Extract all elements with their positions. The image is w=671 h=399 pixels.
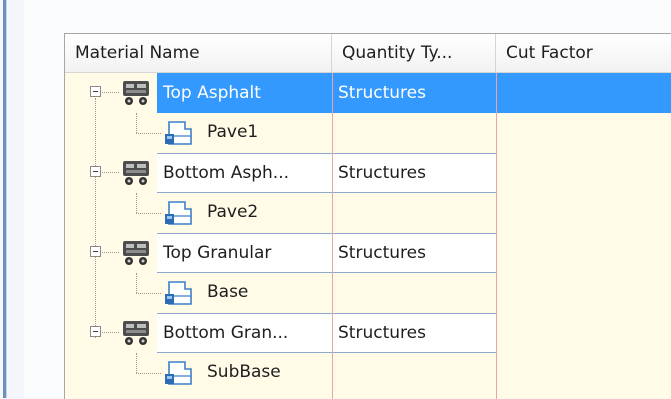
shape-icon (165, 361, 192, 385)
material-row[interactable]: Top Asphalt Structures (65, 73, 671, 113)
collapse-toggle-icon[interactable] (90, 166, 101, 177)
material-icon (123, 81, 149, 105)
material-name-cell[interactable]: Top Granular (157, 233, 332, 273)
shape-icon (165, 281, 192, 305)
material-icon (123, 161, 149, 185)
tree-connector-line (136, 113, 137, 133)
material-row[interactable]: Bottom Gran... Structures (65, 313, 671, 353)
shape-row[interactable]: SubBase (65, 353, 671, 393)
tree-connector-line (136, 133, 161, 134)
column-header-cut-factor[interactable]: Cut Factor (496, 34, 671, 72)
collapse-toggle-icon[interactable] (90, 246, 101, 257)
tree-connector-line (136, 293, 161, 294)
materials-grid[interactable]: Material Name Quantity Ty... Cut Factor … (64, 33, 671, 399)
shape-row[interactable]: Pave1 (65, 113, 671, 153)
material-name-cell[interactable]: Top Asphalt (157, 73, 332, 113)
collapse-toggle-icon[interactable] (90, 86, 101, 97)
quantity-type-cell[interactable]: Structures (332, 233, 496, 273)
tree-connector-line (136, 373, 161, 374)
quantity-type-cell[interactable]: Structures (332, 73, 496, 113)
material-name-cell[interactable]: Bottom Gran... (157, 313, 332, 353)
column-divider (496, 73, 497, 399)
shape-row[interactable]: Pave2 (65, 193, 671, 233)
tree-connector-line (102, 172, 119, 173)
shape-name-cell[interactable]: Pave1 (201, 113, 332, 153)
shape-name-cell[interactable]: Base (201, 273, 332, 313)
tree-connector-line (102, 252, 119, 253)
tree-connector-line (136, 353, 137, 373)
column-header-quantity-type[interactable]: Quantity Ty... (332, 34, 496, 72)
tree-connector-line (136, 273, 137, 293)
shape-icon (165, 121, 192, 145)
shape-name-cell[interactable]: Pave2 (201, 193, 332, 233)
material-row[interactable]: Bottom Asph... Structures (65, 153, 671, 193)
tree-connector-line (102, 332, 119, 333)
shape-name-cell[interactable]: SubBase (201, 353, 332, 393)
grid-header: Material Name Quantity Ty... Cut Factor (65, 34, 671, 73)
tree-connector-line (102, 92, 119, 93)
column-divider (332, 73, 333, 399)
quantity-type-cell[interactable]: Structures (332, 153, 496, 193)
shape-icon (165, 201, 192, 225)
column-header-material-name[interactable]: Material Name (65, 34, 332, 72)
material-icon (123, 321, 149, 345)
cut-factor-cell[interactable] (496, 73, 671, 113)
window-edge-highlight (6, 0, 7, 398)
shape-row[interactable]: Base (65, 273, 671, 313)
material-row[interactable]: Top Granular Structures (65, 233, 671, 273)
tree-connector-line (136, 213, 161, 214)
material-name-cell[interactable]: Bottom Asph... (157, 153, 332, 193)
quantity-type-cell[interactable]: Structures (332, 313, 496, 353)
material-icon (123, 241, 149, 265)
collapse-toggle-icon[interactable] (90, 326, 101, 337)
tree-connector-line (136, 193, 137, 213)
